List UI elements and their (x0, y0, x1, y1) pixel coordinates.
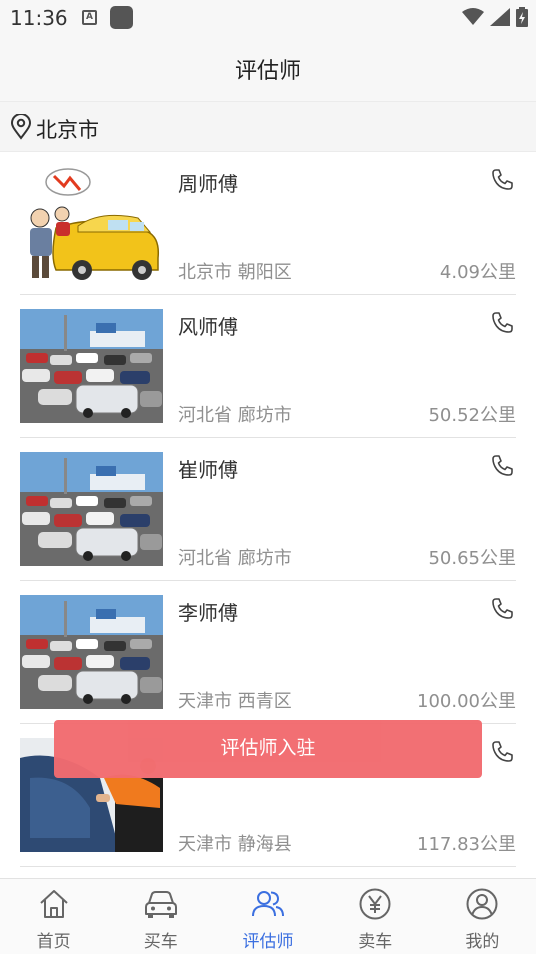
battery-icon (516, 7, 528, 27)
yen-icon (359, 888, 391, 920)
appraiser-area: 北京市 朝阳区 (178, 262, 292, 283)
appraiser-area: 天津市 静海县 (178, 834, 292, 855)
car-lot-photo (20, 309, 163, 423)
phone-icon[interactable] (490, 311, 514, 335)
tab-label: 首页 (36, 932, 71, 952)
bottom-tab-bar: 首页 买车 评估师 卖车 我的 (0, 878, 536, 954)
appraiser-join-button[interactable]: 评估师入驻 (54, 720, 482, 778)
tab-label: 评估师 (242, 932, 294, 952)
tab-label: 买车 (143, 932, 178, 952)
list-item[interactable]: 风师傅 河北省 廊坊市 50.52公里 (20, 295, 516, 438)
signal-icon (490, 8, 510, 26)
status-icons (462, 7, 528, 27)
phone-icon[interactable] (490, 740, 514, 764)
profile-icon (466, 888, 498, 920)
appraiser-distance: 50.52公里 (428, 405, 516, 426)
appraiser-name: 崔师傅 (178, 458, 238, 482)
keyboard-a-icon: A (82, 10, 97, 25)
appraiser-area: 河北省 廊坊市 (178, 405, 292, 426)
tab-label: 我的 (465, 932, 500, 952)
car-lot-photo (20, 452, 163, 566)
tab-home[interactable]: 首页 (0, 879, 107, 954)
list-item[interactable]: 崔师傅 河北省 廊坊市 50.65公里 (20, 438, 516, 581)
users-icon (252, 891, 284, 917)
phone-icon[interactable] (490, 454, 514, 478)
list-item[interactable]: 周师傅 北京市 朝阳区 4.09公里 (20, 152, 516, 295)
location-city: 北京市 (36, 118, 99, 142)
tab-sell-car[interactable]: 卖车 (322, 879, 429, 954)
appraiser-area: 天津市 西青区 (178, 691, 292, 712)
appraiser-distance: 50.65公里 (428, 548, 516, 569)
phone-icon[interactable] (490, 597, 514, 621)
car-icon (144, 891, 177, 918)
wifi-icon (462, 8, 484, 25)
app-notification-icon (110, 6, 133, 29)
appraiser-name: 风师傅 (178, 315, 238, 339)
title-bar: 评估师 (0, 36, 536, 102)
appraiser-name: 李师傅 (178, 601, 238, 625)
status-time: 11:36 (10, 6, 68, 30)
location-pin-icon (10, 114, 32, 140)
phone-icon[interactable] (490, 168, 514, 192)
location-selector[interactable]: 北京市 (0, 102, 536, 152)
tab-buy-car[interactable]: 买车 (107, 879, 214, 954)
car-lot-photo (20, 595, 163, 709)
appraiser-distance: 100.00公里 (417, 691, 516, 712)
home-icon (39, 890, 68, 918)
appraiser-name: 周师傅 (178, 172, 238, 196)
status-bar: 11:36 A (0, 0, 536, 36)
appraiser-distance: 117.83公里 (417, 834, 516, 855)
tab-label: 卖车 (358, 932, 393, 952)
tab-appraiser[interactable]: 评估师 (214, 879, 321, 954)
page-title: 评估师 (234, 59, 301, 84)
list-item[interactable]: 李师傅 天津市 西青区 100.00公里 (20, 581, 516, 724)
appraiser-distance: 4.09公里 (439, 262, 516, 283)
cartoon-car-photo (20, 166, 163, 280)
tab-profile[interactable]: 我的 (429, 879, 536, 954)
appraiser-area: 河北省 廊坊市 (178, 548, 292, 569)
